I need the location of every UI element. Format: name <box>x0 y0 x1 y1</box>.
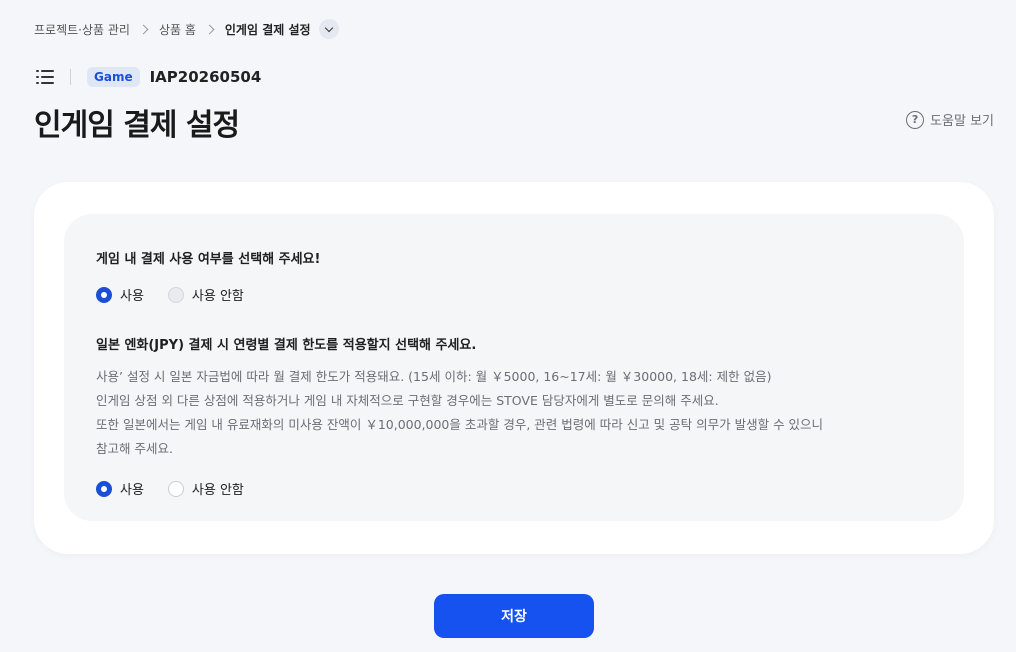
q2-radio-group: 사용 사용 안함 <box>96 479 932 498</box>
desc-line: 또한 일본에서는 게임 내 유료재화의 미사용 잔액이 ￥10,000,000을… <box>96 417 824 432</box>
q1-radio-use[interactable]: 사용 <box>96 285 144 304</box>
q1-title: 게임 내 결제 사용 여부를 선택해 주세요! <box>96 252 321 267</box>
radio-unselected-icon[interactable] <box>167 286 184 303</box>
q2-description: 사용’ 설정 시 일본 자금법에 따라 월 결제 한도가 적용돼요. (15세 … <box>96 365 932 461</box>
settings-panel: 게임 내 결제 사용 여부를 선택해 주세요! 사용 사용 안함 일본 엔화(J… <box>64 214 964 521</box>
radio-label: 사용 <box>120 289 144 304</box>
chevron-down-icon <box>324 23 333 32</box>
page: 프로젝트·상품 관리 상품 홈 인게임 결제 설정 Game IAP202605… <box>0 0 1016 652</box>
radio-label: 사용 <box>120 483 144 498</box>
breadcrumb: 프로젝트·상품 관리 상품 홈 인게임 결제 설정 <box>34 19 339 39</box>
radio-selected-icon[interactable] <box>96 480 112 497</box>
q2-radio-not-use[interactable]: 사용 안함 <box>167 479 244 498</box>
radio-selected-icon[interactable] <box>96 286 112 303</box>
desc-line: 사용’ 설정 시 일본 자금법에 따라 월 결제 한도가 적용돼요. (15세 … <box>96 369 772 384</box>
save-button[interactable]: 저장 <box>434 594 594 638</box>
q2-radio-use[interactable]: 사용 <box>96 479 144 498</box>
desc-line: 인게임 상점 외 다른 상점에 적용하거나 게임 내 자체적으로 구현할 경우에… <box>96 393 719 408</box>
help-label: 도움말 보기 <box>930 114 994 129</box>
chevron-right-icon <box>138 24 149 34</box>
product-type-badge: Game <box>87 67 140 87</box>
chevron-right-icon <box>204 24 215 34</box>
breadcrumb-current: 인게임 결제 설정 <box>224 22 311 37</box>
question-icon: ? <box>906 110 925 129</box>
q2-title: 일본 엔화(JPY) 결제 시 연령별 결제 한도를 적용할지 선택해 주세요. <box>96 338 477 353</box>
breadcrumb-item-product-home[interactable]: 상품 홈 <box>159 21 196 38</box>
desc-line: 참고해 주세요. <box>96 441 173 456</box>
breadcrumb-dropdown-button[interactable] <box>318 19 339 39</box>
radio-unselected-icon[interactable] <box>167 480 184 497</box>
page-title: 인게임 결제 설정 <box>34 108 240 143</box>
radio-label: 사용 안함 <box>191 289 244 304</box>
q1-radio-not-use[interactable]: 사용 안함 <box>167 285 244 304</box>
list-menu-icon[interactable] <box>36 69 54 85</box>
help-link[interactable]: ? 도움말 보기 <box>906 110 994 129</box>
breadcrumb-item-project[interactable]: 프로젝트·상품 관리 <box>34 21 130 38</box>
product-header: Game IAP20260504 <box>36 66 261 88</box>
settings-card: 게임 내 결제 사용 여부를 선택해 주세요! 사용 사용 안함 일본 엔화(J… <box>34 182 994 554</box>
radio-label: 사용 안함 <box>191 483 244 498</box>
divider <box>70 69 71 85</box>
q1-radio-group: 사용 사용 안함 <box>96 285 932 304</box>
product-id: IAP20260504 <box>149 68 262 86</box>
